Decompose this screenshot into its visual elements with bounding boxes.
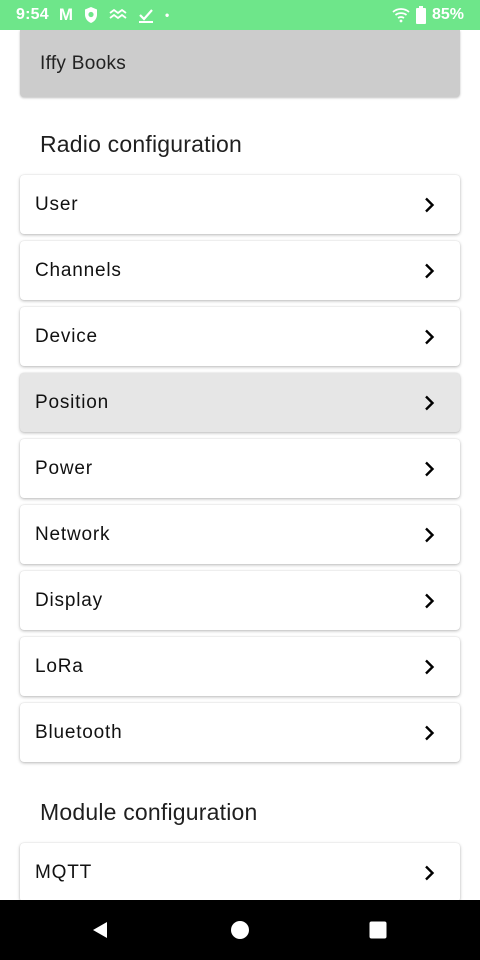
- back-icon: [93, 922, 107, 938]
- battery-percent: 85%: [431, 6, 464, 23]
- config-item-power[interactable]: Power: [20, 439, 460, 498]
- config-item-bluetooth[interactable]: Bluetooth: [20, 703, 460, 762]
- config-item-label: Power: [35, 457, 93, 479]
- config-item-device[interactable]: Device: [20, 307, 460, 366]
- config-item-display[interactable]: Display: [20, 571, 460, 630]
- node-name-card[interactable]: Iffy Books: [20, 30, 460, 97]
- home-button[interactable]: [210, 900, 270, 960]
- gmail-icon: M: [58, 5, 73, 24]
- config-item-mqtt[interactable]: MQTT: [20, 843, 460, 900]
- config-item-label: Channels: [35, 259, 122, 281]
- config-item-label: User: [35, 193, 79, 215]
- chevron-right-icon: [425, 593, 435, 608]
- chevron-right-icon: [425, 527, 435, 542]
- navigation-bar: [0, 900, 480, 960]
- wifi-icon: [392, 7, 410, 23]
- status-bar: 9:54 M • 85%: [0, 0, 480, 30]
- chevron-right-icon: [425, 725, 435, 740]
- config-item-label: Display: [35, 589, 103, 611]
- screen: 9:54 M • 85% Iffy Books Radio configurat…: [0, 0, 480, 960]
- config-item-label: Device: [35, 325, 98, 347]
- config-item-lora[interactable]: LoRa: [20, 637, 460, 696]
- config-item-label: Bluetooth: [35, 721, 123, 743]
- config-item-network[interactable]: Network: [20, 505, 460, 564]
- home-icon: [231, 921, 249, 939]
- status-right: 85%: [392, 6, 464, 24]
- recents-icon: [369, 921, 387, 939]
- chevron-right-icon: [425, 329, 435, 344]
- chevron-right-icon: [425, 659, 435, 674]
- config-item-label: LoRa: [35, 655, 84, 677]
- chevron-right-icon: [425, 461, 435, 476]
- config-item-channels[interactable]: Channels: [20, 241, 460, 300]
- chevron-right-icon: [425, 263, 435, 278]
- chevron-right-icon: [425, 395, 435, 410]
- notification-dot: •: [165, 8, 170, 22]
- back-button[interactable]: [70, 900, 130, 960]
- node-name: Iffy Books: [40, 52, 127, 74]
- status-left: 9:54 M •: [16, 5, 169, 25]
- config-item-user[interactable]: User: [20, 175, 460, 234]
- settings-content: Iffy Books Radio configuration User Chan…: [0, 30, 480, 900]
- download-done-icon: [137, 6, 155, 24]
- config-item-label: Position: [35, 391, 109, 413]
- config-item-position[interactable]: Position: [20, 373, 460, 432]
- status-time: 9:54: [16, 6, 49, 23]
- radio-configuration-title: Radio configuration: [40, 131, 242, 157]
- module-configuration-title: Module configuration: [40, 799, 258, 825]
- battery-icon: [415, 6, 426, 24]
- chevron-right-icon: [425, 197, 435, 212]
- config-item-label: MQTT: [35, 861, 93, 883]
- chevron-right-icon: [425, 865, 435, 880]
- wave-icon: [109, 8, 127, 22]
- shield-icon: [83, 6, 99, 24]
- recents-button[interactable]: [348, 900, 408, 960]
- config-item-label: Network: [35, 523, 111, 545]
